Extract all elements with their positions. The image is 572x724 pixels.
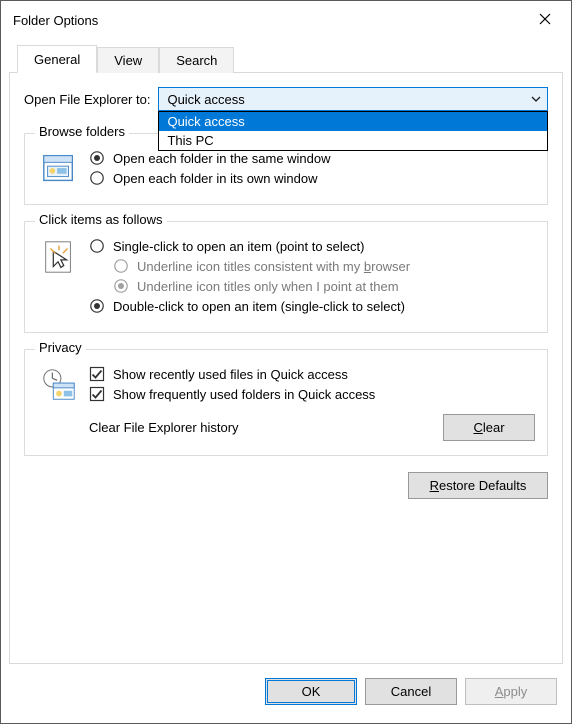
radio-underline-point-label: Underline icon titles only when I point …	[137, 279, 399, 294]
browse-folders-icon	[37, 146, 81, 188]
radio-underline-point: Underline icon titles only when I point …	[113, 278, 535, 294]
check-recent-files[interactable]: Show recently used files in Quick access	[89, 366, 535, 382]
group-privacy: Privacy	[24, 349, 548, 456]
clear-history-label: Clear File Explorer history	[89, 420, 435, 435]
tab-view[interactable]: View	[97, 47, 159, 73]
tab-general[interactable]: General	[17, 45, 97, 73]
radio-icon	[113, 278, 129, 294]
radio-single-click[interactable]: Single-click to open an item (point to s…	[89, 238, 535, 254]
combo-option-quick-access[interactable]: Quick access	[159, 112, 547, 131]
chevron-down-icon	[531, 94, 541, 104]
check-frequent-folders-label: Show frequently used folders in Quick ac…	[113, 387, 375, 402]
check-frequent-folders[interactable]: Show frequently used folders in Quick ac…	[89, 386, 535, 402]
radio-same-window-label: Open each folder in the same window	[113, 151, 331, 166]
radio-icon	[113, 258, 129, 274]
radio-icon	[89, 238, 105, 254]
folder-options-window: Folder Options General View Search Open …	[0, 0, 572, 724]
apply-button: Apply	[465, 678, 557, 705]
open-explorer-dropdown: Quick access This PC	[158, 111, 548, 151]
close-icon	[539, 13, 551, 28]
checkbox-icon	[89, 366, 105, 382]
dialog-button-bar: OK Cancel Apply	[1, 664, 571, 723]
open-explorer-label: Open File Explorer to:	[24, 92, 150, 107]
radio-own-window[interactable]: Open each folder in its own window	[89, 170, 535, 186]
check-recent-files-label: Show recently used files in Quick access	[113, 367, 348, 382]
open-explorer-row: Open File Explorer to: Quick access Quic…	[24, 87, 548, 111]
group-click-items-legend: Click items as follows	[35, 212, 167, 227]
tab-search[interactable]: Search	[159, 47, 234, 73]
radio-icon	[89, 298, 105, 314]
tab-panel-general: Open File Explorer to: Quick access Quic…	[9, 73, 563, 664]
cancel-button[interactable]: Cancel	[365, 678, 457, 705]
close-button[interactable]	[527, 7, 563, 33]
open-explorer-selected: Quick access	[167, 92, 244, 107]
clear-button[interactable]: Clear	[443, 414, 535, 441]
group-browse-folders-legend: Browse folders	[35, 124, 129, 139]
open-explorer-combo[interactable]: Quick access	[158, 87, 548, 111]
radio-double-click-label: Double-click to open an item (single-cli…	[113, 299, 405, 314]
checkbox-icon	[89, 386, 105, 402]
privacy-icon	[37, 362, 81, 404]
radio-same-window[interactable]: Open each folder in the same window	[89, 150, 535, 166]
radio-double-click[interactable]: Double-click to open an item (single-cli…	[89, 298, 535, 314]
tab-area: General View Search	[1, 43, 571, 73]
title-bar: Folder Options	[1, 1, 571, 39]
ok-button[interactable]: OK	[265, 678, 357, 705]
click-items-icon	[37, 234, 81, 276]
group-click-items: Click items as follows	[24, 221, 548, 333]
group-privacy-legend: Privacy	[35, 340, 86, 355]
combo-option-this-pc[interactable]: This PC	[159, 131, 547, 150]
radio-single-click-label: Single-click to open an item (point to s…	[113, 239, 364, 254]
radio-icon	[89, 170, 105, 186]
restore-defaults-button[interactable]: Restore Defaults	[408, 472, 548, 499]
radio-icon	[89, 150, 105, 166]
radio-underline-browser: Underline icon titles consistent with my…	[113, 258, 535, 274]
radio-underline-browser-label: Underline icon titles consistent with my…	[137, 259, 410, 274]
window-title: Folder Options	[13, 13, 527, 28]
radio-own-window-label: Open each folder in its own window	[113, 171, 318, 186]
